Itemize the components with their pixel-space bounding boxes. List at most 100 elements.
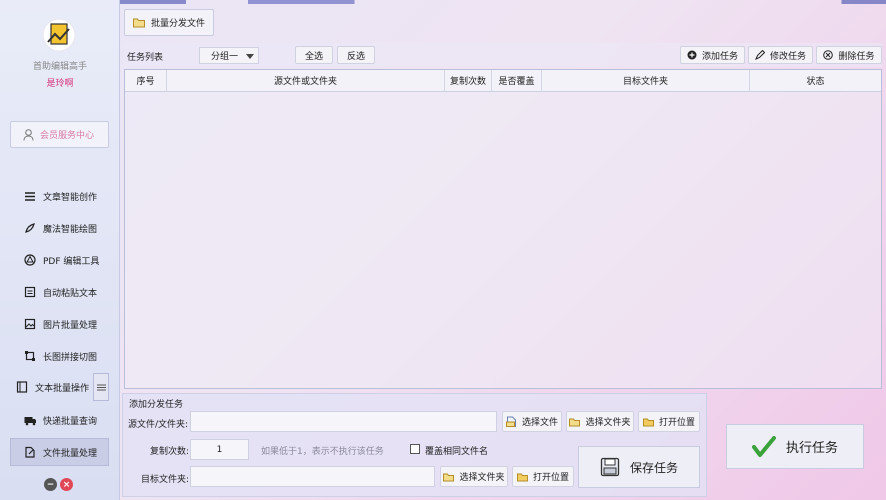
group-select-value: 分组一 bbox=[211, 52, 239, 62]
select-all-button[interactable]: 全选 bbox=[295, 46, 333, 64]
user-icon bbox=[23, 128, 34, 141]
select-all-label: 全选 bbox=[304, 51, 323, 62]
menu-icon bbox=[96, 384, 106, 390]
file-edit-icon bbox=[24, 446, 36, 458]
select-file-button[interactable]: 选择文件 bbox=[502, 411, 562, 432]
pdf-icon bbox=[24, 254, 36, 266]
sidebar: 首助编辑高手 是玲啊 会员服务中心 文章智能创作 魔法智能绘图 PDF 编辑工具… bbox=[0, 0, 120, 500]
nav-label: 文件批量处理 bbox=[43, 448, 98, 459]
window-controls: − × bbox=[44, 478, 73, 491]
close-circle-icon bbox=[823, 50, 834, 60]
truck-icon bbox=[24, 414, 36, 426]
nav-image-batch[interactable]: 图片批量处理 bbox=[10, 310, 109, 338]
select-folder-label: 选择文件夹 bbox=[585, 418, 631, 428]
column-header-index[interactable]: 序号 bbox=[125, 70, 167, 91]
plus-circle-icon bbox=[687, 50, 697, 60]
checkmark-icon bbox=[751, 435, 776, 457]
table-header: 序号 源文件或文件夹 复制次数 是否覆盖 目标文件夹 状态 bbox=[125, 70, 881, 92]
nav-label: 快递批量查询 bbox=[43, 416, 98, 427]
pencil-icon bbox=[755, 50, 765, 60]
folder-open-icon bbox=[642, 418, 654, 426]
image-icon bbox=[24, 318, 36, 330]
folder-icon bbox=[133, 18, 145, 28]
user-name[interactable]: 是玲啊 bbox=[0, 76, 120, 89]
nav-label: PDF 编辑工具 bbox=[43, 256, 100, 267]
overwrite-checkbox[interactable] bbox=[410, 444, 420, 454]
file-icon bbox=[505, 416, 516, 427]
nav-file-batch[interactable]: 文件批量处理 bbox=[10, 438, 109, 466]
delete-task-label: 删除任务 bbox=[838, 51, 875, 62]
group-select[interactable]: 分组一 bbox=[199, 47, 259, 64]
select-file-label: 选择文件 bbox=[521, 418, 558, 428]
crop-icon bbox=[24, 350, 36, 362]
app-name: 首助编辑高手 bbox=[32, 62, 87, 72]
nav-menu-button[interactable] bbox=[93, 373, 109, 401]
target-label: 目标文件夹: bbox=[141, 475, 190, 485]
nav-label: 文本批量操作 bbox=[35, 383, 90, 394]
minimize-button[interactable]: − bbox=[44, 478, 57, 491]
invert-select-label: 反选 bbox=[346, 51, 365, 62]
column-header-overwrite[interactable]: 是否覆盖 bbox=[492, 70, 542, 91]
add-panel-title: 添加分发任务 bbox=[129, 400, 184, 410]
brush-icon bbox=[24, 222, 36, 234]
task-table[interactable]: 序号 源文件或文件夹 复制次数 是否覆盖 目标文件夹 状态 bbox=[124, 69, 882, 389]
select-folder-button[interactable]: 选择文件夹 bbox=[566, 411, 634, 432]
column-header-source[interactable]: 源文件或文件夹 bbox=[167, 70, 445, 91]
folder-open-icon bbox=[516, 473, 528, 481]
member-center-button[interactable]: 会员服务中心 bbox=[10, 121, 109, 148]
save-icon bbox=[600, 457, 620, 477]
open-location-label: 打开位置 bbox=[658, 418, 695, 428]
target-open-location-button[interactable]: 打开位置 bbox=[512, 466, 574, 487]
nav-article-creation[interactable]: 文章智能创作 bbox=[10, 182, 109, 210]
target-select-folder-button[interactable]: 选择文件夹 bbox=[440, 466, 508, 487]
nav-auto-paste[interactable]: 自动粘贴文本 bbox=[10, 278, 109, 306]
chevron-down-icon bbox=[246, 54, 254, 59]
copies-input[interactable]: 1 bbox=[190, 439, 249, 460]
folder-icon bbox=[443, 473, 455, 481]
close-icon: × bbox=[62, 479, 71, 490]
nav-text-batch[interactable]: 文本批量操作 bbox=[10, 373, 93, 401]
nav-pdf-tools[interactable]: PDF 编辑工具 bbox=[10, 246, 109, 274]
invert-select-button[interactable]: 反选 bbox=[337, 46, 375, 64]
source-input[interactable] bbox=[190, 411, 497, 432]
target-open-location-label: 打开位置 bbox=[532, 473, 569, 483]
execute-task-button[interactable]: 执行任务 bbox=[726, 424, 864, 469]
column-header-status[interactable]: 状态 bbox=[750, 70, 881, 91]
nav-express-query[interactable]: 快递批量查询 bbox=[10, 406, 109, 434]
target-select-folder-label: 选择文件夹 bbox=[459, 473, 505, 483]
source-label: 源文件/文件夹: bbox=[128, 420, 189, 430]
nav-label: 图片批量处理 bbox=[43, 320, 98, 331]
nav-long-image[interactable]: 长图拼接切图 bbox=[10, 342, 109, 370]
nav-label: 长图拼接切图 bbox=[43, 352, 98, 363]
overwrite-label: 覆盖相同文件名 bbox=[425, 447, 489, 457]
column-header-copies[interactable]: 复制次数 bbox=[445, 70, 492, 91]
nav-label: 魔法智能绘图 bbox=[43, 224, 98, 235]
edit-task-button[interactable]: 修改任务 bbox=[748, 46, 813, 64]
target-input[interactable] bbox=[190, 466, 435, 487]
tab-batch-distribute[interactable]: 批量分发文件 bbox=[124, 9, 215, 36]
nav-magic-drawing[interactable]: 魔法智能绘图 bbox=[10, 214, 109, 242]
copies-hint: 如果低于1，表示不执行该任务 bbox=[261, 447, 384, 457]
copies-input-value: 1 bbox=[216, 444, 223, 455]
open-location-button[interactable]: 打开位置 bbox=[638, 411, 700, 432]
close-button[interactable]: × bbox=[60, 478, 73, 491]
column-header-target[interactable]: 目标文件夹 bbox=[542, 70, 750, 91]
execute-task-label: 执行任务 bbox=[785, 441, 838, 456]
add-task-label: 添加任务 bbox=[701, 51, 738, 62]
text-icon bbox=[16, 381, 28, 393]
task-list-label: 任务列表 bbox=[127, 53, 164, 63]
nav-label: 自动粘贴文本 bbox=[43, 288, 98, 299]
edit-task-label: 修改任务 bbox=[769, 51, 806, 62]
app-logo-icon bbox=[42, 18, 76, 52]
save-task-button[interactable]: 保存任务 bbox=[578, 446, 700, 488]
save-task-label: 保存任务 bbox=[629, 460, 678, 475]
delete-task-button[interactable]: 删除任务 bbox=[816, 46, 882, 64]
window-top-strip bbox=[0, 0, 886, 4]
member-center-label: 会员服务中心 bbox=[40, 131, 95, 141]
nav-label: 文章智能创作 bbox=[43, 192, 98, 203]
minus-icon: − bbox=[46, 479, 55, 490]
add-task-button[interactable]: 添加任务 bbox=[680, 46, 745, 64]
lines-icon bbox=[24, 190, 36, 202]
folder-icon bbox=[569, 418, 581, 426]
copies-label: 复制次数: bbox=[150, 447, 190, 457]
